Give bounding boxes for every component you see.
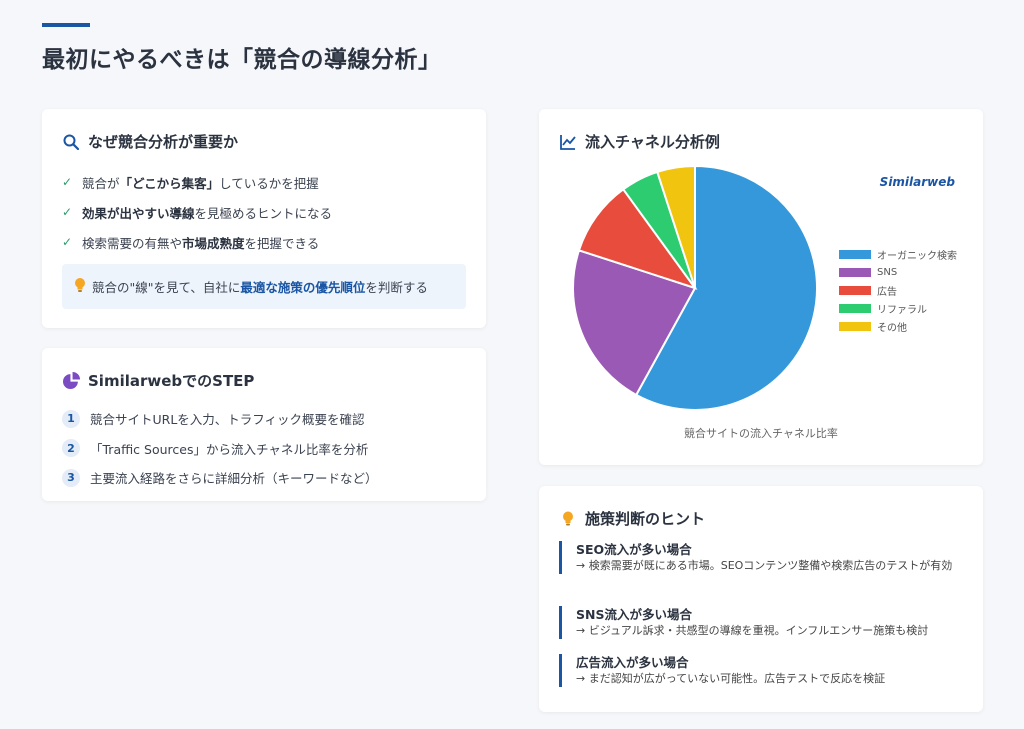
item-text: を把握できる (244, 235, 320, 251)
hint-title: SNS流入が多い場合 (576, 607, 692, 622)
hint-body: → まだ認知が広がっていない可能性。広告テストで反応を検証 (576, 672, 886, 685)
tip-text: 競合の"線"を見て、自社に (92, 280, 241, 295)
check-icon: ✓ (62, 235, 73, 249)
legend-label: その他 (877, 322, 907, 334)
list-item: 1 競合サイトURLを入力、トラフィック概要を確認 (62, 404, 378, 434)
pie-chart-icon (62, 372, 80, 390)
item-text: 競合が (82, 175, 120, 191)
search-icon (62, 133, 80, 151)
steps-card-title: SimilarwebでのSTEP (88, 372, 255, 390)
item-emphasis: 市場成熟度 (182, 235, 245, 251)
legend-swatch (839, 249, 871, 259)
list-item: ✓ 効果が出やすい導線を見極めるヒントになる (62, 197, 332, 227)
slide: 最初にやるべきは「競合の導線分析」 なぜ競合分析が重要か ✓ 競合が「どこから集… (0, 0, 1024, 729)
legend-label: リファラル (877, 304, 927, 316)
step-number: 1 (62, 409, 80, 428)
legend-swatch (839, 267, 871, 277)
check-icon: ✓ (62, 205, 73, 219)
title-accent-bar (42, 23, 90, 27)
step-text: 競合サイトURLを入力、トラフィック概要を確認 (90, 412, 365, 428)
list-item: 3 主要流入経路をさらに詳細分析（キーワードなど） (62, 463, 378, 493)
legend-item: SNS (839, 263, 957, 281)
hint-body: → 検索需要が既にある市場。SEOコンテンツ整備や検索広告のテストが有効 (576, 559, 953, 572)
item-text: 検索需要の有無や (82, 235, 183, 251)
chart-card: 流入チャネル分析例 Similarweb オーガニック検索 SNS 広告 リファラルそ… (539, 109, 983, 465)
list-item: ✓ 競合が「どこから集客」しているかを把握 (62, 167, 332, 197)
hint-title: SEO流入が多い場合 (576, 542, 692, 557)
tip-highlight: 最適な施策の優先順位 (240, 280, 366, 295)
legend-item: リファラル (839, 299, 957, 317)
item-text: を見極めるヒントになる (194, 205, 333, 221)
chart-legend: オーガニック検索 SNS 広告リファラルその他 (839, 245, 957, 335)
hint-seo: SEO流入が多い場合 → 検索需要が既にある市場。SEOコンテンツ整備や検索広告… (559, 541, 957, 574)
why-card: なぜ競合分析が重要か ✓ 競合が「どこから集客」しているかを把握 ✓ 効果が出や… (42, 109, 486, 328)
chart-caption: 競合サイトの流入チャネル比率 (684, 427, 838, 440)
hint-sns: SNS流入が多い場合 → ビジュアル訴求・共感型の導線を重視。インフルエンサー施… (559, 606, 957, 639)
step-text: 主要流入経路をさらに詳細分析（キーワードなど） (90, 471, 378, 487)
legend-swatch (839, 285, 871, 295)
lightbulb-icon (559, 510, 577, 528)
check-icon: ✓ (62, 175, 73, 189)
legend-label: SNS (877, 266, 898, 278)
hints-card-header: 施策判断のヒント (559, 508, 705, 529)
tip-box: 競合の"線"を見て、自社に最適な施策の優先順位を判断する (62, 264, 466, 309)
why-check-list: ✓ 競合が「どこから集客」しているかを把握 ✓ 効果が出やすい導線を見極めるヒン… (62, 167, 332, 257)
legend-item: その他 (839, 317, 957, 335)
tip-text: を判断する (365, 280, 428, 295)
why-card-title: なぜ競合分析が重要か (88, 133, 239, 151)
legend-label: 広告 (877, 286, 897, 298)
legend-item: オーガニック検索 (839, 245, 957, 263)
legend-swatch (839, 303, 871, 313)
item-emphasis: 「どこから集客」 (119, 175, 220, 191)
legend-swatch (839, 321, 871, 331)
hint-body: → ビジュアル訴求・共感型の導線を重視。インフルエンサー施策も検討 (576, 624, 929, 637)
step-number: 3 (62, 468, 80, 487)
lightbulb-icon (74, 277, 86, 296)
hint-title: 広告流入が多い場合 (576, 655, 689, 670)
item-text: しているかを把握 (219, 175, 319, 191)
hints-card-title: 施策判断のヒント (585, 510, 706, 528)
step-text: 「Traffic Sources」から流入チャネル比率を分析 (90, 441, 369, 457)
item-emphasis: 効果が出やすい導線 (82, 205, 195, 221)
legend-label: オーガニック検索 (877, 250, 957, 262)
legend-item: 広告 (839, 281, 957, 299)
steps-card-header: SimilarwebでのSTEP (62, 370, 254, 391)
step-number: 2 (62, 439, 80, 458)
list-item: ✓ 検索需要の有無や市場成熟度を把握できる (62, 227, 332, 257)
why-card-header: なぜ競合分析が重要か (62, 131, 238, 152)
step-list: 1 競合サイトURLを入力、トラフィック概要を確認 2 「Traffic Sou… (62, 404, 378, 493)
page-title: 最初にやるべきは「競合の導線分析」 (42, 47, 442, 73)
steps-card: SimilarwebでのSTEP 1 競合サイトURLを入力、トラフィック概要を… (42, 348, 486, 501)
hints-card: 施策判断のヒント SEO流入が多い場合 → 検索需要が既にある市場。SEOコンテ… (539, 486, 983, 712)
hint-ads: 広告流入が多い場合 → まだ認知が広がっていない可能性。広告テストで反応を検証 (559, 654, 957, 687)
list-item: 2 「Traffic Sources」から流入チャネル比率を分析 (62, 434, 378, 464)
